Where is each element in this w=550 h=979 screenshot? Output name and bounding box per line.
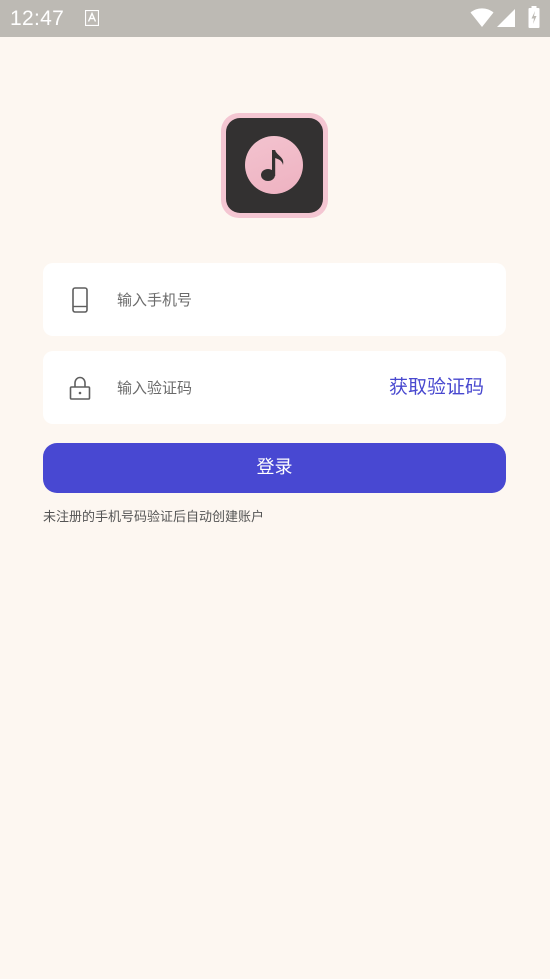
status-bar: 12:47: [0, 0, 550, 37]
phone-input[interactable]: [117, 285, 367, 315]
lock-icon: [69, 376, 91, 400]
phone-field[interactable]: [43, 263, 506, 336]
wifi-icon: [470, 8, 494, 27]
battery-charging-icon: [528, 6, 540, 28]
phone-icon: [72, 287, 88, 313]
logo-background: [226, 118, 323, 213]
music-note-icon: [261, 150, 284, 181]
status-time: 12:47: [10, 7, 65, 30]
logo-disc: [245, 136, 303, 194]
signal-icon: [497, 9, 515, 27]
code-input[interactable]: [117, 373, 367, 403]
a-notification-icon: [85, 10, 99, 26]
login-button[interactable]: 登录: [43, 443, 506, 493]
get-code-button[interactable]: 获取验证码: [389, 374, 484, 400]
code-field[interactable]: 获取验证码: [43, 351, 506, 424]
app-logo: [221, 113, 328, 218]
auto-register-hint: 未注册的手机号码验证后自动创建账户: [43, 510, 265, 525]
